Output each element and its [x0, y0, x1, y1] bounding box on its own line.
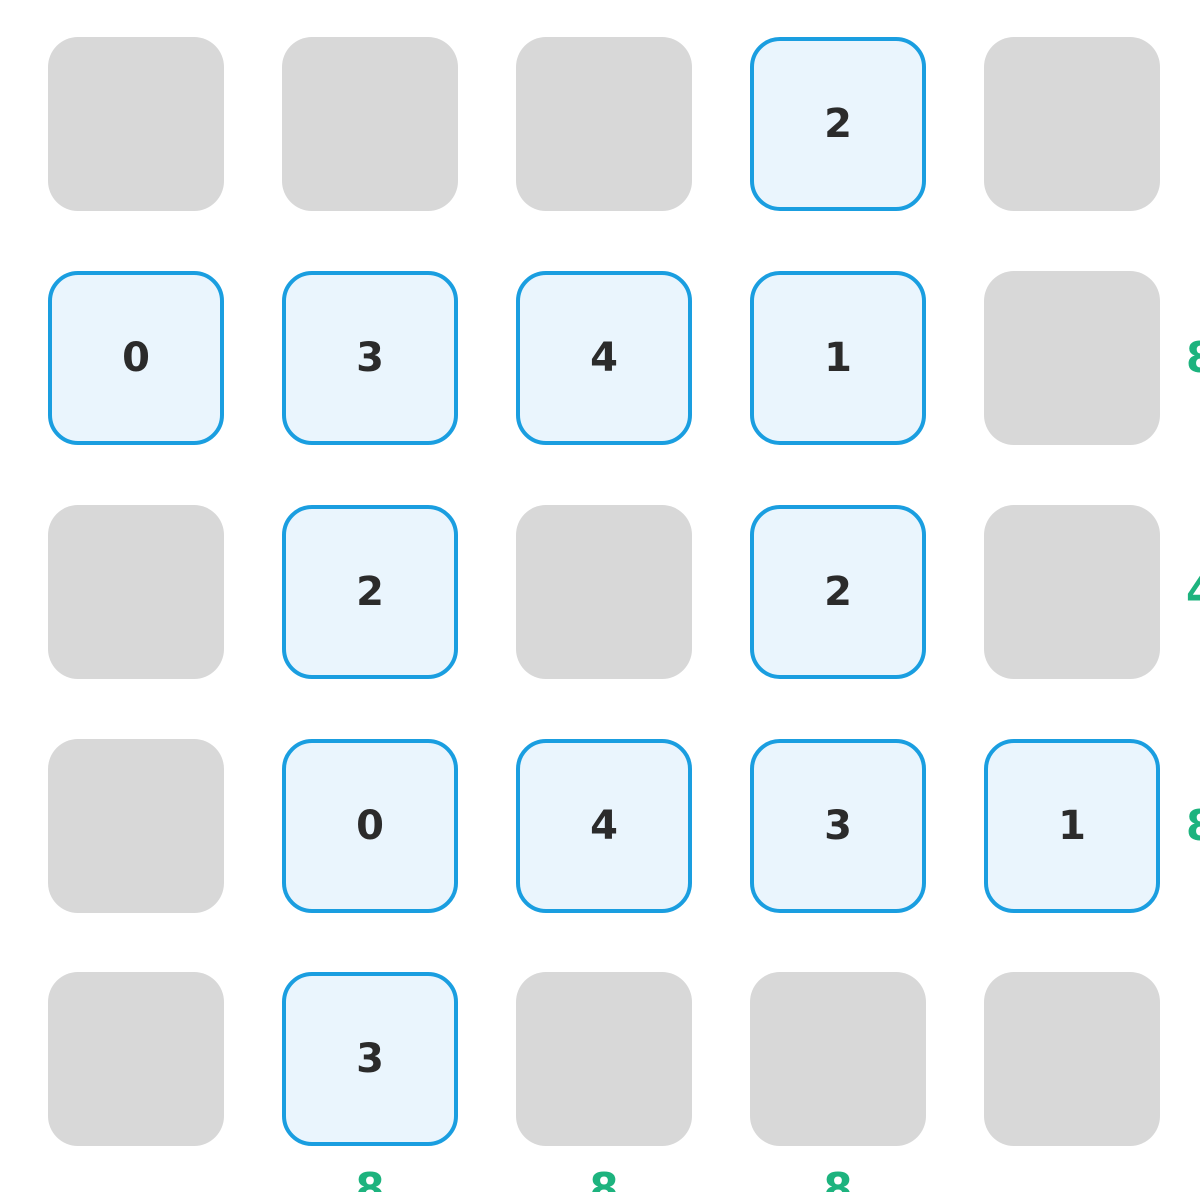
grid-cell-r1-c2[interactable]: 4	[516, 271, 692, 445]
grid-cell-r0-c4[interactable]	[984, 37, 1160, 211]
cell-number: 1	[824, 335, 852, 381]
puzzle-board: 2 0 3 4 1 2 2 0 4 3 1 3 8 4 8 8 8 8	[0, 0, 1200, 1192]
grid-cell-r3-c1[interactable]: 0	[282, 739, 458, 913]
grid-cell-r3-c3[interactable]: 3	[750, 739, 926, 913]
grid-cell-r4-c3[interactable]	[750, 972, 926, 1146]
cell-number: 3	[824, 803, 852, 849]
row-sum-hint-2: 4	[1186, 571, 1200, 613]
grid-cell-r4-c1[interactable]: 3	[282, 972, 458, 1146]
grid-cell-r4-c4[interactable]	[984, 972, 1160, 1146]
grid-cell-r2-c3[interactable]: 2	[750, 505, 926, 679]
grid-cell-r0-c3[interactable]: 2	[750, 37, 926, 211]
cell-number: 0	[356, 803, 384, 849]
grid-cell-r2-c2[interactable]	[516, 505, 692, 679]
grid-cell-r3-c0[interactable]	[48, 739, 224, 913]
grid-cell-r0-c2[interactable]	[516, 37, 692, 211]
grid-cell-r0-c1[interactable]	[282, 37, 458, 211]
grid-cell-r3-c4[interactable]: 1	[984, 739, 1160, 913]
grid-cell-r1-c3[interactable]: 1	[750, 271, 926, 445]
col-sum-hint-3: 8	[823, 1164, 853, 1192]
grid-cell-r1-c4[interactable]	[984, 271, 1160, 445]
cell-number: 3	[356, 1036, 384, 1082]
cell-number: 4	[590, 803, 618, 849]
col-sum-hint-1: 8	[355, 1164, 385, 1192]
cell-number: 1	[1058, 803, 1086, 849]
grid-cell-r4-c2[interactable]	[516, 972, 692, 1146]
grid-cell-r2-c1[interactable]: 2	[282, 505, 458, 679]
cell-number: 2	[356, 569, 384, 615]
cell-number: 2	[824, 569, 852, 615]
row-sum-hint-1: 8	[1186, 337, 1200, 379]
grid-cell-r2-c4[interactable]	[984, 505, 1160, 679]
cell-number: 3	[356, 335, 384, 381]
col-sum-hint-2: 8	[589, 1164, 619, 1192]
cell-number: 0	[122, 335, 150, 381]
grid-cell-r1-c1[interactable]: 3	[282, 271, 458, 445]
grid-cell-r4-c0[interactable]	[48, 972, 224, 1146]
grid-cell-r3-c2[interactable]: 4	[516, 739, 692, 913]
cell-number: 2	[824, 101, 852, 147]
grid-cell-r0-c0[interactable]	[48, 37, 224, 211]
grid-cell-r2-c0[interactable]	[48, 505, 224, 679]
row-sum-hint-3: 8	[1186, 805, 1200, 847]
grid-cell-r1-c0[interactable]: 0	[48, 271, 224, 445]
cell-number: 4	[590, 335, 618, 381]
